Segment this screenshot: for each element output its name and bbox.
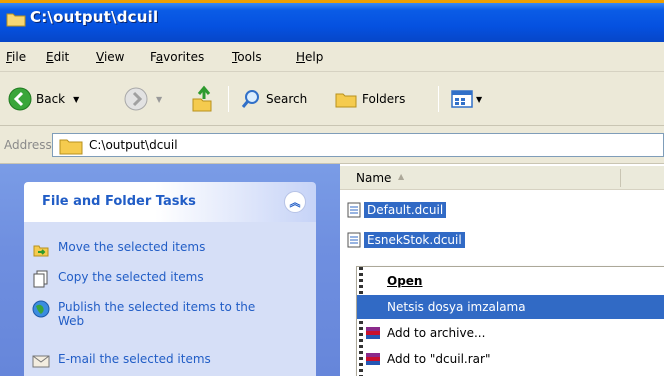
winrar-icon [366, 327, 380, 339]
globe-icon [32, 300, 50, 318]
context-item-label: Netsis dosya imzalama [387, 300, 526, 314]
collapse-chevron-icon[interactable]: ︽ [284, 191, 306, 213]
move-icon [33, 245, 49, 257]
task-panel-body: Move the selected items Copy the selecte… [24, 222, 316, 376]
back-arrow-icon [8, 87, 32, 111]
menu-bar: File Edit View Favorites Tools Help [0, 42, 664, 72]
column-name-label: Name [356, 171, 392, 185]
views-icon [451, 90, 473, 108]
file-folder-tasks-panel: File and Folder Tasks ︽ Move the selecte… [24, 182, 316, 376]
toolbar: Back ▼ ▼ Search Folders ▼ [0, 72, 664, 126]
back-button[interactable]: Back ▼ [8, 82, 79, 116]
folder-icon [59, 139, 83, 155]
menu-help[interactable]: Help [296, 50, 323, 64]
search-label: Search [266, 92, 308, 106]
task-panel-header[interactable]: File and Folder Tasks ︽ [24, 182, 316, 222]
context-item-label: Add to archive... [387, 326, 486, 340]
winrar-icon [366, 353, 380, 365]
address-bar: Address C:\output\dcuil [0, 126, 664, 164]
task-label: Copy the selected items [58, 270, 204, 284]
folders-icon [335, 93, 357, 108]
menu-tools[interactable]: Tools [232, 50, 262, 64]
title-bar: C:\output\dcuil [0, 0, 664, 42]
menu-view[interactable]: View [96, 50, 124, 64]
context-item-add-archive[interactable]: Add to archive... [357, 321, 664, 345]
context-item-label: Open [387, 274, 423, 288]
folder-icon [6, 13, 26, 27]
context-item-open[interactable]: Open [357, 269, 664, 293]
column-divider[interactable] [620, 169, 621, 187]
search-button[interactable]: Search [240, 82, 307, 116]
window-title: C:\output\dcuil [30, 8, 159, 26]
views-dropdown-icon[interactable]: ▼ [476, 95, 482, 104]
back-label: Back [36, 92, 66, 106]
folders-button[interactable]: Folders [334, 82, 405, 116]
task-panel-title: File and Folder Tasks [42, 194, 196, 209]
menu-edit[interactable]: Edit [46, 50, 69, 64]
search-icon [241, 90, 259, 108]
toolbar-separator [228, 86, 229, 112]
task-label: Publish the selected items to the Web [58, 300, 256, 328]
email-icon [32, 355, 50, 368]
task-email[interactable]: E-mail the selected items [32, 352, 211, 370]
address-input[interactable]: C:\output\dcuil [52, 133, 664, 157]
file-name: EsnekStok.dcuil [364, 232, 465, 248]
column-header-name[interactable]: Name ▲ [340, 166, 664, 190]
file-icon [347, 232, 361, 248]
back-dropdown-icon[interactable]: ▼ [73, 95, 79, 104]
address-label: Address [4, 138, 52, 152]
forward-dropdown-icon[interactable]: ▼ [156, 95, 162, 104]
up-folder-icon [192, 85, 212, 112]
forward-arrow-icon [124, 87, 148, 111]
task-label: E-mail the selected items [58, 352, 211, 366]
context-item-add-dcuil-rar[interactable]: Add to "dcuil.rar" [357, 347, 664, 371]
task-copy[interactable]: Copy the selected items [32, 270, 204, 288]
sort-ascending-icon: ▲ [398, 172, 405, 181]
task-pane: File and Folder Tasks ︽ Move the selecte… [0, 164, 340, 376]
context-menu: Open Netsis dosya imzalama Add to archiv… [356, 266, 664, 376]
task-move[interactable]: Move the selected items [32, 240, 205, 258]
views-button[interactable]: ▼ [450, 82, 482, 116]
task-publish[interactable]: Publish the selected items to the Web [32, 300, 272, 328]
up-folder-button[interactable] [190, 82, 214, 116]
context-item-netsis-sign[interactable]: Netsis dosya imzalama [357, 295, 664, 319]
folders-label: Folders [362, 92, 406, 106]
file-name: Default.dcuil [364, 202, 447, 218]
toolbar-separator [438, 86, 439, 112]
file-item[interactable]: Default.dcuil [346, 200, 447, 220]
address-path: C:\output\dcuil [89, 138, 178, 152]
copy-icon [33, 270, 48, 288]
context-item-label: Add to "dcuil.rar" [387, 352, 491, 366]
task-label: Move the selected items [58, 240, 206, 254]
file-item[interactable]: EsnekStok.dcuil [346, 230, 465, 250]
menu-file[interactable]: File [6, 50, 26, 64]
menu-favorites[interactable]: Favorites [150, 50, 204, 64]
file-icon [347, 202, 361, 218]
forward-button[interactable]: ▼ [124, 82, 162, 116]
